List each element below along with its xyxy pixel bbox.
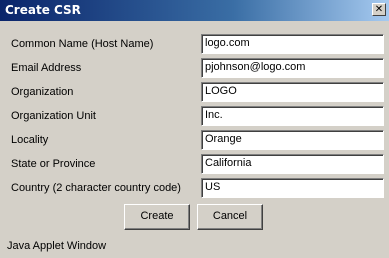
organization-unit-label: Organization Unit (11, 110, 96, 122)
email-label: Email Address (11, 62, 82, 74)
cancel-button[interactable]: Cancel (197, 204, 263, 230)
organization-label: Organization (11, 86, 74, 98)
country-input[interactable]: US (201, 178, 384, 198)
locality-input[interactable]: Orange (201, 130, 384, 150)
organization-unit-input[interactable]: Inc. (201, 106, 384, 126)
status-text: Java Applet Window (7, 240, 107, 252)
create-csr-dialog: Create CSR ✕ Common Name (Host Name) log… (0, 0, 389, 258)
title-bar[interactable]: Create CSR ✕ (0, 0, 389, 21)
organization-input[interactable]: LOGO (201, 82, 384, 102)
close-button[interactable]: ✕ (372, 3, 386, 16)
email-input[interactable]: pjohnson@logo.com (201, 58, 384, 78)
country-label: Country (2 character country code) (11, 182, 181, 194)
common-name-label: Common Name (Host Name) (11, 38, 154, 50)
state-input[interactable]: California (201, 154, 384, 174)
close-icon: ✕ (374, 4, 384, 15)
common-name-input[interactable]: logo.com (201, 34, 384, 54)
locality-label: Locality (11, 134, 49, 146)
state-label: State or Province (11, 158, 96, 170)
window-title: Create CSR (5, 3, 81, 17)
create-button[interactable]: Create (124, 204, 190, 230)
